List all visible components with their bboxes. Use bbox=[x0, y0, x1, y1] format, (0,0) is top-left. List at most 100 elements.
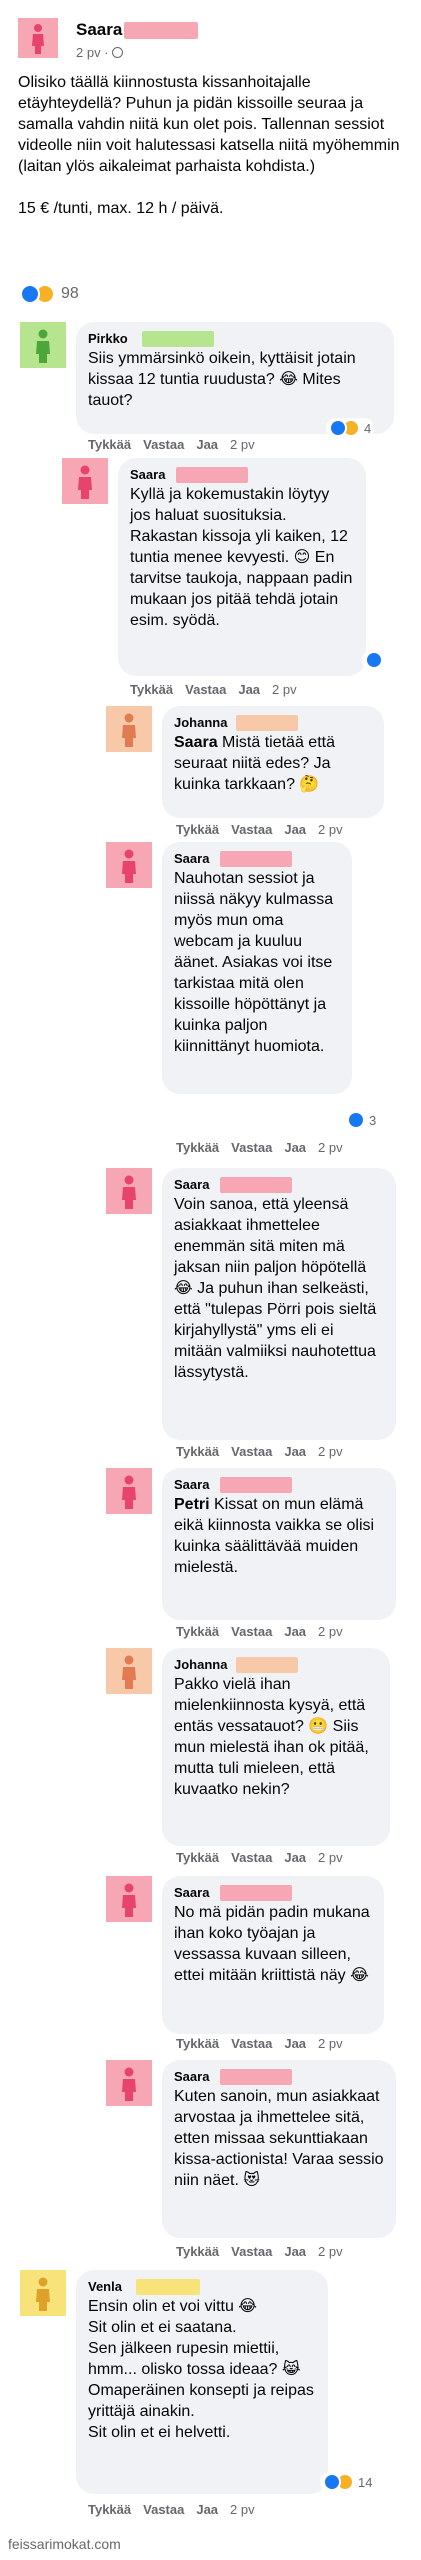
share-link[interactable]: Jaa bbox=[196, 437, 218, 452]
name-redaction bbox=[220, 1885, 292, 1901]
comment-text: No mä pidän padin mukana ihan koko työaj… bbox=[174, 1904, 370, 1984]
reaction-count: 4 bbox=[364, 420, 372, 436]
like-reaction-icon bbox=[329, 419, 347, 437]
share-link[interactable]: Jaa bbox=[196, 2502, 218, 2517]
comment-bubble: Johanna Saara Mistä tietää että seuraat … bbox=[162, 706, 384, 818]
comment-actions: Tykkää Vastaa Jaa 2 pv bbox=[176, 2244, 355, 2259]
comment-time[interactable]: 2 pv bbox=[318, 2036, 343, 2051]
mention-tag[interactable]: Saara bbox=[174, 734, 218, 751]
commenter-avatar[interactable] bbox=[106, 1648, 152, 1694]
like-link[interactable]: Tykkää bbox=[176, 2244, 219, 2259]
comment-time[interactable]: 2 pv bbox=[318, 1444, 343, 1459]
commenter-avatar[interactable] bbox=[106, 842, 152, 888]
reaction-count: 14 bbox=[358, 2474, 373, 2490]
share-link[interactable]: Jaa bbox=[284, 1444, 306, 1459]
commenter-avatar[interactable] bbox=[106, 1468, 152, 1514]
commenter-avatar[interactable] bbox=[106, 706, 152, 752]
reply-link[interactable]: Vastaa bbox=[231, 2036, 272, 2051]
comment-time[interactable]: 2 pv bbox=[318, 1624, 343, 1639]
commenter-name[interactable]: Venla bbox=[88, 2278, 316, 2296]
share-link[interactable]: Jaa bbox=[284, 1140, 306, 1155]
commenter-avatar[interactable] bbox=[106, 1168, 152, 1214]
commenter-name[interactable]: Pirkko bbox=[88, 330, 382, 348]
reply-link[interactable]: Vastaa bbox=[231, 1140, 272, 1155]
reply-link[interactable]: Vastaa bbox=[231, 822, 272, 837]
comment-text: Nauhotan sessiot ja niissä näkyy kulmass… bbox=[174, 870, 334, 1055]
comment-text: Petri Kissat on mun elämä eikä kiinnosta… bbox=[174, 1494, 384, 1578]
like-reaction-icon bbox=[347, 1111, 365, 1129]
comment-time[interactable]: 2 pv bbox=[318, 2244, 343, 2259]
comment-bubble: Saara No mä pidän padin mukana ihan koko… bbox=[162, 1876, 384, 2034]
comment-time[interactable]: 2 pv bbox=[230, 2502, 255, 2517]
reply-link[interactable]: Vastaa bbox=[231, 1444, 272, 1459]
author-avatar[interactable] bbox=[18, 18, 58, 58]
post-author-name[interactable]: Saara bbox=[76, 20, 122, 40]
like-link[interactable]: Tykkää bbox=[176, 1624, 219, 1639]
reply-link[interactable]: Vastaa bbox=[231, 2244, 272, 2259]
comment-time[interactable]: 2 pv bbox=[272, 682, 297, 697]
comment-line: Omaperäinen konsepti ja reipas yrittäjä … bbox=[88, 2382, 314, 2420]
share-link[interactable]: Jaa bbox=[284, 1850, 306, 1865]
reply-link[interactable]: Vastaa bbox=[143, 437, 184, 452]
like-link[interactable]: Tykkää bbox=[176, 1444, 219, 1459]
like-link[interactable]: Tykkää bbox=[176, 2036, 219, 2051]
person-icon bbox=[106, 2060, 152, 2106]
comment-line: Sen jälkeen rupesin miettii, hmm... olis… bbox=[88, 2340, 301, 2378]
commenter-avatar[interactable] bbox=[106, 1876, 152, 1922]
post-body: Olisiko täällä kiinnostusta kissanhoitaj… bbox=[18, 72, 408, 240]
commenter-avatar[interactable] bbox=[106, 2060, 152, 2106]
watermark-footer: feissarimokat.com bbox=[8, 2536, 121, 2552]
person-icon bbox=[20, 322, 66, 368]
share-link[interactable]: Jaa bbox=[284, 2036, 306, 2051]
share-link[interactable]: Jaa bbox=[238, 682, 260, 697]
like-link[interactable]: Tykkää bbox=[176, 1140, 219, 1155]
person-icon bbox=[106, 706, 152, 752]
share-link[interactable]: Jaa bbox=[284, 822, 306, 837]
name-redaction bbox=[124, 22, 198, 39]
commenter-avatar[interactable] bbox=[20, 2270, 66, 2316]
comment-actions: Tykkää Vastaa Jaa 2 pv bbox=[176, 1624, 355, 1639]
name-redaction bbox=[236, 1657, 298, 1673]
reply-link[interactable]: Vastaa bbox=[231, 1850, 272, 1865]
share-link[interactable]: Jaa bbox=[284, 1624, 306, 1639]
mention-tag[interactable]: Petri bbox=[174, 1496, 210, 1513]
commenter-avatar[interactable] bbox=[20, 322, 66, 368]
comment-actions: Tykkää Vastaa Jaa 2 pv bbox=[88, 437, 267, 452]
post-time[interactable]: 2 pv · bbox=[76, 45, 112, 60]
post-header: Saara 2 pv · bbox=[18, 18, 408, 66]
post-paragraph: 15 € /tunti, max. 12 h / päivä. bbox=[18, 200, 224, 217]
comment-reactions[interactable]: 14 bbox=[320, 2472, 376, 2492]
comment-actions: Tykkää Vastaa Jaa 2 pv bbox=[176, 822, 355, 837]
comment-time[interactable]: 2 pv bbox=[230, 437, 255, 452]
like-link[interactable]: Tykkää bbox=[130, 682, 173, 697]
comment-actions: Tykkää Vastaa Jaa 2 pv bbox=[176, 2036, 355, 2051]
comment-reactions[interactable] bbox=[362, 650, 386, 670]
comment-text: Ensin olin et voi vittu 😂 Sit olin et ei… bbox=[88, 2296, 316, 2443]
like-link[interactable]: Tykkää bbox=[88, 437, 131, 452]
name-redaction bbox=[142, 331, 214, 347]
like-link[interactable]: Tykkää bbox=[176, 822, 219, 837]
person-icon bbox=[106, 842, 152, 888]
comment-actions: Tykkää Vastaa Jaa 2 pv bbox=[176, 1850, 355, 1865]
post-reactions[interactable]: 98 bbox=[20, 282, 79, 306]
reaction-count: 3 bbox=[369, 1112, 377, 1128]
comment-reactions[interactable]: 4 bbox=[326, 418, 375, 438]
like-reaction-icon bbox=[365, 651, 383, 669]
like-reaction-icon bbox=[20, 284, 40, 304]
comment-time[interactable]: 2 pv bbox=[318, 1850, 343, 1865]
like-link[interactable]: Tykkää bbox=[176, 1850, 219, 1865]
comment-time[interactable]: 2 pv bbox=[318, 1140, 343, 1155]
name-redaction bbox=[220, 1477, 292, 1493]
comment-text: Kyllä ja kokemustakin löytyy jos haluat … bbox=[130, 486, 353, 629]
commenter-avatar[interactable] bbox=[62, 458, 108, 504]
share-link[interactable]: Jaa bbox=[284, 2244, 306, 2259]
like-link[interactable]: Tykkää bbox=[88, 2502, 131, 2517]
reply-link[interactable]: Vastaa bbox=[231, 1624, 272, 1639]
reply-link[interactable]: Vastaa bbox=[143, 2502, 184, 2517]
comment-time[interactable]: 2 pv bbox=[318, 822, 343, 837]
name-redaction bbox=[176, 467, 248, 483]
globe-icon bbox=[112, 47, 124, 58]
comment-line: Sit olin et ei saatana. bbox=[88, 2319, 237, 2336]
reply-link[interactable]: Vastaa bbox=[185, 682, 226, 697]
comment-reactions[interactable]: 3 bbox=[344, 1110, 380, 1130]
